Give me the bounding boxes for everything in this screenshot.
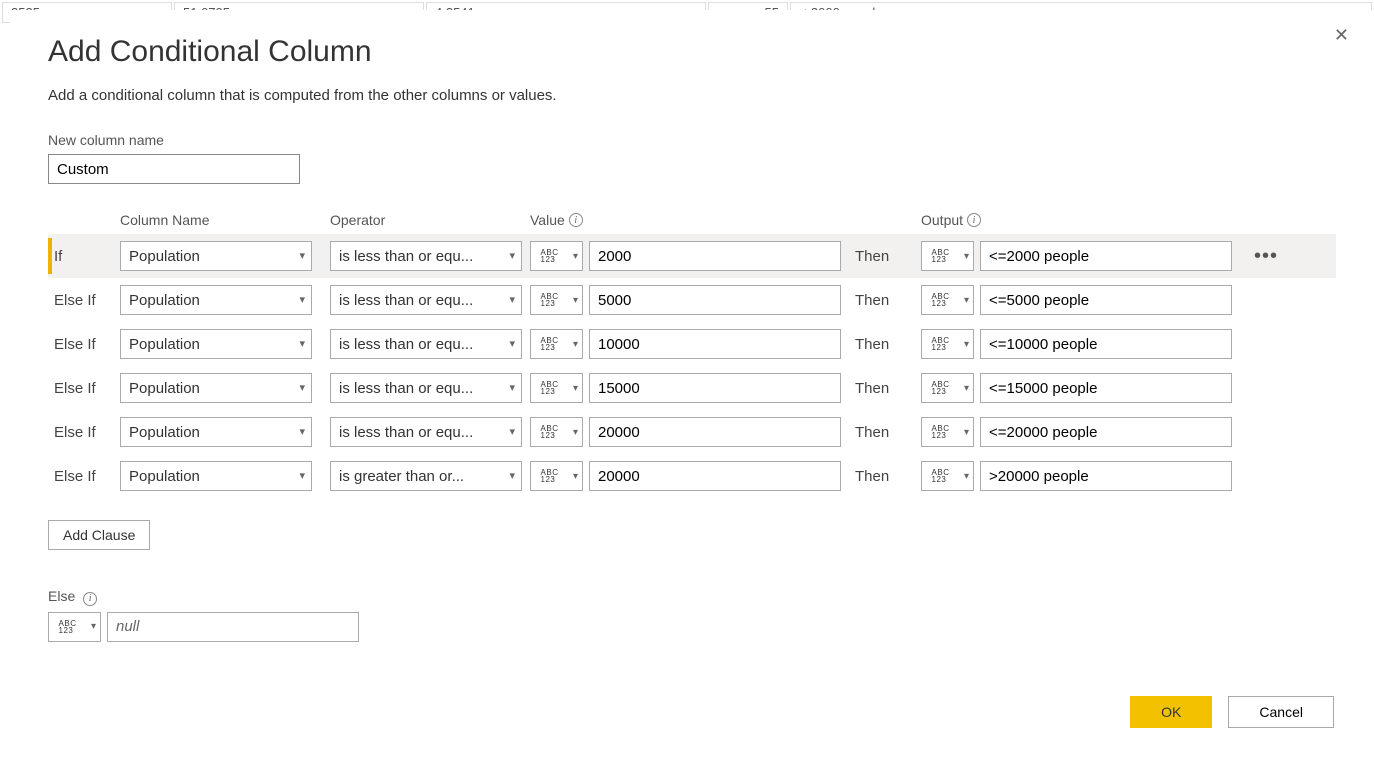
dialog-title: Add Conditional Column xyxy=(48,35,1336,69)
add-clause-button[interactable]: Add Clause xyxy=(48,520,150,550)
value-input[interactable] xyxy=(589,373,841,403)
value-input[interactable] xyxy=(589,329,841,359)
header-column: Column Name xyxy=(120,212,330,228)
value-input[interactable] xyxy=(589,241,841,271)
column-name-label: New column name xyxy=(48,132,1336,148)
dialog-subtitle: Add a conditional column that is compute… xyxy=(48,87,1336,104)
value-input[interactable] xyxy=(589,417,841,447)
else-type-dropdown[interactable]: ABC123 xyxy=(48,612,101,642)
output-type-dropdown[interactable]: ABC123 xyxy=(921,373,974,403)
output-type-dropdown[interactable]: ABC123 xyxy=(921,285,974,315)
column-dropdown[interactable]: Population xyxy=(120,417,312,447)
value-type-dropdown[interactable]: ABC123 xyxy=(530,417,583,447)
then-label: Then xyxy=(855,424,921,441)
operator-dropdown[interactable]: is less than or equ... xyxy=(330,329,522,359)
dialog-footer: OK Cancel xyxy=(1130,696,1334,728)
clause-row[interactable]: Else If Population is less than or equ..… xyxy=(48,410,1336,454)
cancel-button[interactable]: Cancel xyxy=(1228,696,1334,728)
elseif-label: Else If xyxy=(48,468,120,485)
output-input[interactable] xyxy=(980,329,1232,359)
header-operator: Operator xyxy=(330,212,530,228)
value-input[interactable] xyxy=(589,461,841,491)
clause-row[interactable]: Else If Population is less than or equ..… xyxy=(48,366,1336,410)
then-label: Then xyxy=(855,336,921,353)
column-dropdown[interactable]: Population xyxy=(120,373,312,403)
output-input[interactable] xyxy=(980,241,1232,271)
output-input[interactable] xyxy=(980,373,1232,403)
value-type-dropdown[interactable]: ABC123 xyxy=(530,285,583,315)
output-type-dropdown[interactable]: ABC123 xyxy=(921,329,974,359)
value-type-dropdown[interactable]: ABC123 xyxy=(530,241,583,271)
clause-rows: If Population is less than or equ... ABC… xyxy=(48,234,1336,498)
output-type-dropdown[interactable]: ABC123 xyxy=(921,241,974,271)
info-icon[interactable]: i xyxy=(569,213,583,227)
value-input[interactable] xyxy=(589,285,841,315)
then-label: Then xyxy=(855,380,921,397)
column-name-input[interactable] xyxy=(48,154,300,184)
then-label: Then xyxy=(855,248,921,265)
header-value: Value xyxy=(530,212,565,228)
info-icon[interactable]: i xyxy=(967,213,981,227)
header-output: Output xyxy=(921,212,963,228)
output-type-dropdown[interactable]: ABC123 xyxy=(921,417,974,447)
operator-dropdown[interactable]: is less than or equ... xyxy=(330,285,522,315)
operator-dropdown[interactable]: is less than or equ... xyxy=(330,373,522,403)
elseif-label: Else If xyxy=(48,380,120,397)
elseif-label: Else If xyxy=(48,292,120,309)
output-input[interactable] xyxy=(980,417,1232,447)
then-label: Then xyxy=(855,468,921,485)
column-dropdown[interactable]: Population xyxy=(120,241,312,271)
clause-row[interactable]: Else If Population is less than or equ..… xyxy=(48,278,1336,322)
value-type-dropdown[interactable]: ABC123 xyxy=(530,461,583,491)
clause-row[interactable]: Else If Population is less than or equ..… xyxy=(48,322,1336,366)
if-label: If xyxy=(48,248,120,265)
else-label: Else xyxy=(48,588,75,604)
else-value-input[interactable] xyxy=(107,612,359,642)
value-type-dropdown[interactable]: ABC123 xyxy=(530,373,583,403)
elseif-label: Else If xyxy=(48,336,120,353)
clause-row[interactable]: Else If Population is greater than or...… xyxy=(48,454,1336,498)
operator-dropdown[interactable]: is greater than or... xyxy=(330,461,522,491)
column-dropdown[interactable]: Population xyxy=(120,285,312,315)
close-button[interactable]: ✕ xyxy=(1334,25,1349,46)
output-type-dropdown[interactable]: ABC123 xyxy=(921,461,974,491)
conditional-column-dialog: ✕ Add Conditional Column Add a condition… xyxy=(10,10,1374,758)
output-input[interactable] xyxy=(980,461,1232,491)
else-section: Else i ABC123 xyxy=(48,588,1336,642)
value-type-dropdown[interactable]: ABC123 xyxy=(530,329,583,359)
ok-button[interactable]: OK xyxy=(1130,696,1212,728)
elseif-label: Else If xyxy=(48,424,120,441)
then-label: Then xyxy=(855,292,921,309)
info-icon[interactable]: i xyxy=(83,592,97,606)
output-input[interactable] xyxy=(980,285,1232,315)
row-more-button[interactable]: ••• xyxy=(1246,245,1286,268)
column-dropdown[interactable]: Population xyxy=(120,329,312,359)
clause-row[interactable]: If Population is less than or equ... ABC… xyxy=(48,234,1336,278)
operator-dropdown[interactable]: is less than or equ... xyxy=(330,417,522,447)
operator-dropdown[interactable]: is less than or equ... xyxy=(330,241,522,271)
column-dropdown[interactable]: Population xyxy=(120,461,312,491)
clause-grid-headers: Column Name Operator Value i Output i xyxy=(48,212,1336,234)
